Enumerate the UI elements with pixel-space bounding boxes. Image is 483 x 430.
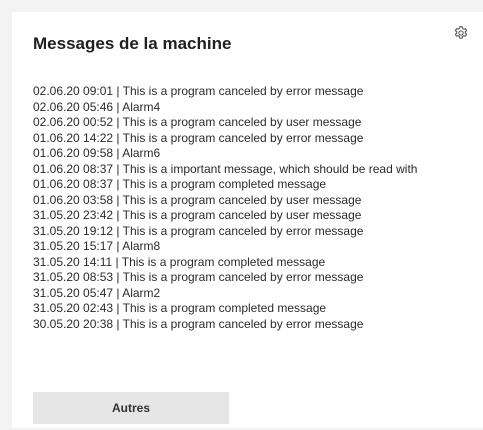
message-item: 31.05.20 15:17 | Alarm8 <box>33 239 161 253</box>
message-item: 02.06.20 00:52 | This is a program cance… <box>33 115 362 129</box>
message-item: 02.06.20 09:01 | This is a program cance… <box>33 84 364 98</box>
message-item: 31.05.20 19:12 | This is a program cance… <box>33 223 364 238</box>
machine-messages-panel: Messages de la machine 02.06.20 09:01 | … <box>12 12 483 428</box>
message-item: 31.05.20 05:47 | Alarm2 <box>33 285 161 300</box>
gear-icon[interactable] <box>453 25 469 41</box>
panel-title: Messages de la machine <box>33 34 232 53</box>
message-item: 30.05.20 20:38 | This is a program cance… <box>33 316 364 331</box>
message-item: 31.05.20 02:43 | This is a program compl… <box>33 301 327 315</box>
more-button[interactable]: Autres <box>33 392 229 424</box>
message-item: 31.05.20 14:11 | This is a program compl… <box>33 254 326 269</box>
message-item: 31.05.20 23:42 | This is a program cance… <box>33 208 362 222</box>
message-item: 01.06.20 08:37 | This is a important mes… <box>33 161 418 176</box>
message-list: 02.06.20 09:01 | This is a program cance… <box>33 84 479 332</box>
message-item: 01.06.20 14:22 | This is a program cance… <box>33 130 364 145</box>
message-item: 01.06.20 09:58 | Alarm6 <box>33 146 161 160</box>
message-item: 01.06.20 08:37 | This is a program compl… <box>33 177 327 191</box>
message-item: 31.05.20 08:53 | This is a program cance… <box>33 270 364 284</box>
page-background: Messages de la machine 02.06.20 09:01 | … <box>0 0 483 430</box>
message-item: 01.06.20 03:58 | This is a program cance… <box>33 192 362 207</box>
message-item: 02.06.20 05:46 | Alarm4 <box>33 99 161 114</box>
